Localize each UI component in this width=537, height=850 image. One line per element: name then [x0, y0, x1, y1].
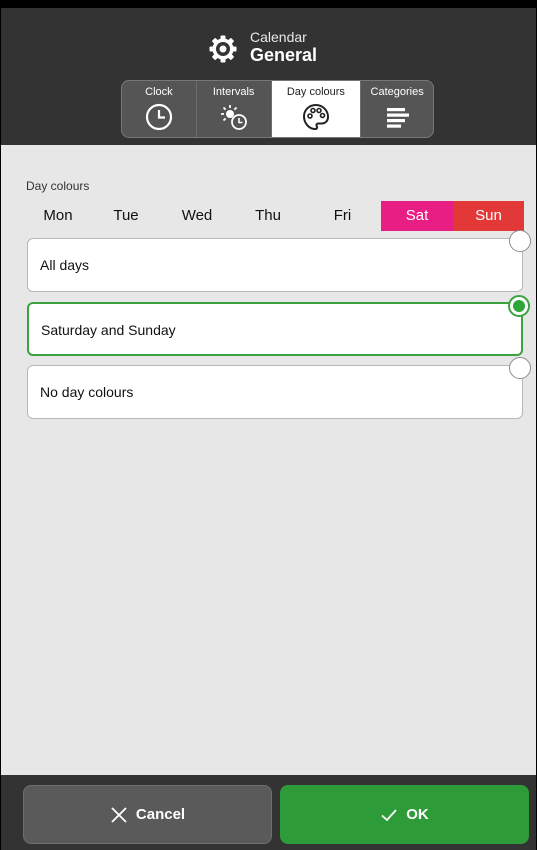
- option-label: All days: [40, 257, 90, 273]
- tab-intervals[interactable]: Intervals: [195, 81, 271, 137]
- header-bar: Calendar General Clock Intervals Day col…: [1, 8, 536, 145]
- day-mon: Mon: [43, 207, 73, 224]
- page-title: Calendar General: [208, 25, 317, 69]
- page-title-text: General: [250, 45, 318, 65]
- tab-bar: Clock Intervals Day colours Categories: [121, 80, 434, 138]
- cancel-label: Cancel: [135, 806, 186, 823]
- tab-categories[interactable]: Categories: [360, 81, 433, 137]
- radio-button[interactable]: [509, 230, 531, 252]
- section-label: Day colours: [26, 179, 90, 193]
- day-tue: Tue: [113, 207, 139, 224]
- clock-icon: [145, 103, 172, 131]
- footer-bar: Cancel OK: [1, 775, 536, 850]
- option-no-day-colours[interactable]: No day colours: [27, 357, 531, 419]
- ok-label: OK: [406, 806, 429, 823]
- screen: Calendar General Clock Intervals Day col…: [0, 0, 537, 850]
- day-colour-preview: Mon Tue Wed Thu Fri Sat Sun: [26, 201, 524, 231]
- check-icon: [380, 806, 398, 824]
- gear-icon: [209, 35, 237, 63]
- option-all-days[interactable]: All days: [27, 230, 531, 292]
- day-fri: Fri: [333, 207, 352, 224]
- ok-button[interactable]: OK: [280, 785, 529, 844]
- tab-clock[interactable]: Clock: [122, 81, 196, 137]
- palette-icon: [302, 103, 329, 131]
- page-subtitle: Calendar: [250, 29, 307, 45]
- tab-label: Categories: [370, 86, 424, 98]
- day-sun: Sun: [453, 201, 524, 231]
- tab-label: Day colours: [286, 86, 345, 98]
- day-thu: Thu: [255, 207, 281, 224]
- categories-icon: [387, 108, 410, 128]
- option-saturday-and-sunday[interactable]: Saturday and Sunday: [27, 295, 530, 356]
- day-sat: Sat: [381, 201, 453, 231]
- radio-button[interactable]: [509, 357, 531, 379]
- close-icon: [110, 806, 128, 824]
- radio-button-selected[interactable]: [508, 295, 530, 317]
- content-area: Day colours Mon Tue Wed Thu Fri Sat Sun …: [1, 145, 536, 775]
- tab-label: Clock: [145, 86, 173, 98]
- option-label: Saturday and Sunday: [41, 322, 176, 338]
- sun-clock-icon: [220, 105, 247, 130]
- option-label: No day colours: [40, 384, 134, 400]
- day-wed: Wed: [181, 207, 213, 224]
- tab-label: Intervals: [212, 86, 255, 98]
- tab-day-colours[interactable]: Day colours: [270, 81, 361, 137]
- cancel-button[interactable]: Cancel: [23, 785, 272, 844]
